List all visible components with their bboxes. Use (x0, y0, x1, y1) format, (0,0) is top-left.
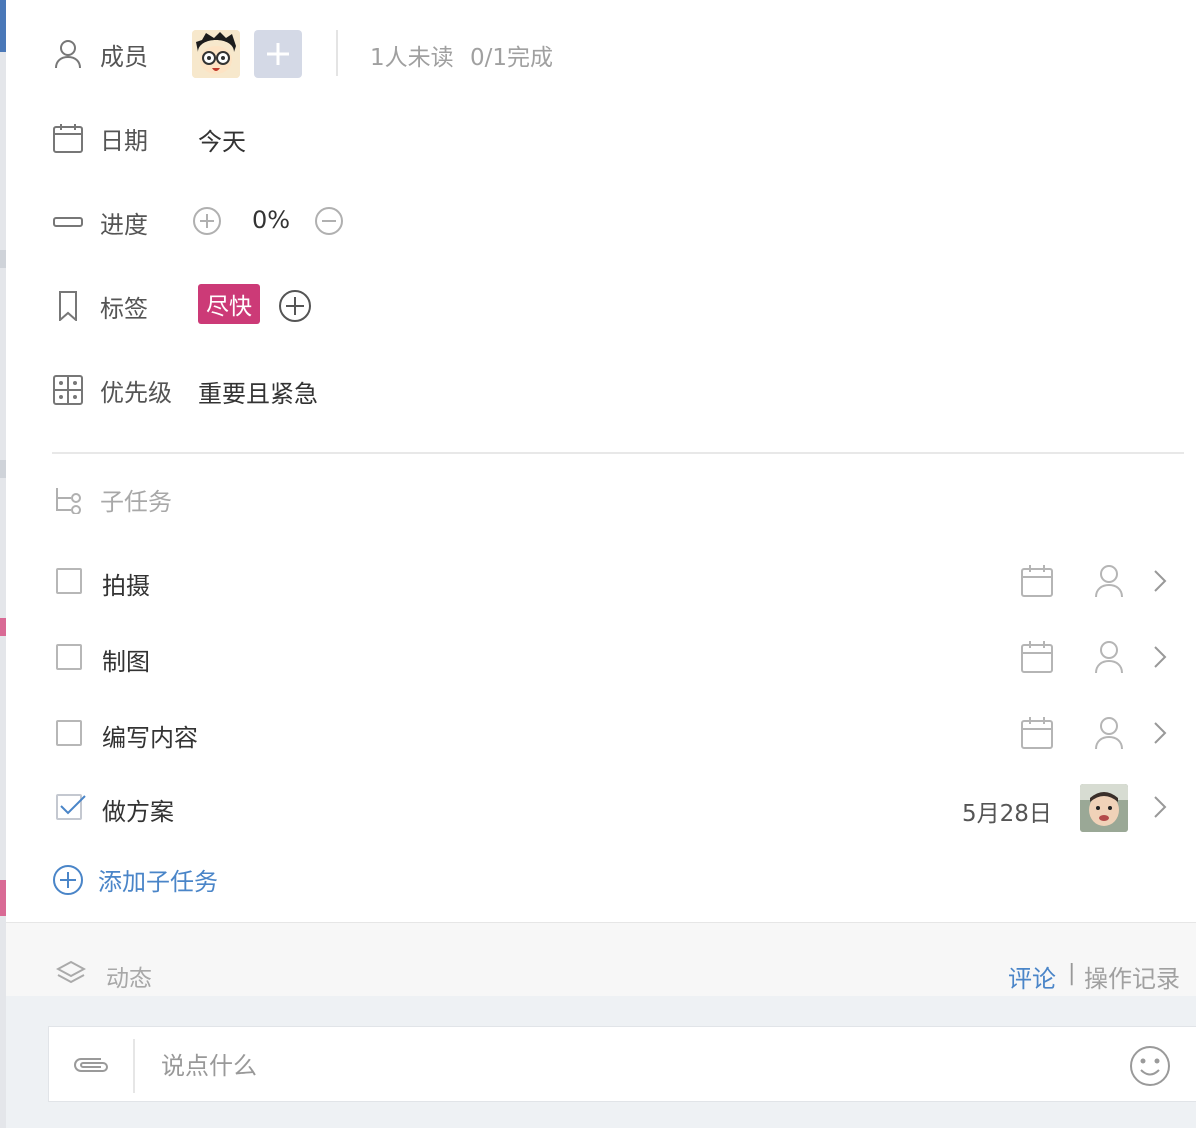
progress-decrease-button[interactable] (314, 206, 344, 240)
plus-icon (267, 43, 289, 65)
done-count: 0/1完成 (470, 45, 554, 71)
date-label: 日期 (100, 126, 148, 155)
chevron-right-icon[interactable] (1152, 794, 1168, 824)
comment-composer (48, 1026, 1196, 1102)
bookmark-icon (52, 290, 84, 322)
members-label: 成员 (100, 42, 148, 71)
edge-mark (0, 618, 6, 636)
tab-comments[interactable]: 评论 (1008, 959, 1056, 994)
activity-header: 动态 评论 | 操作记录 (6, 922, 1196, 997)
tab-operation-log[interactable]: 操作记录 (1084, 959, 1180, 994)
checkbox[interactable] (56, 568, 82, 594)
user-icon[interactable] (1094, 716, 1124, 754)
unread-count: 1人未读 (370, 45, 454, 71)
layers-icon (55, 959, 87, 991)
list-item[interactable]: 编写内容 (52, 710, 1192, 758)
add-subtask-button[interactable]: 添加子任务 (52, 862, 218, 897)
tag-badge[interactable]: 尽快 (198, 284, 260, 324)
progress-field: 进度 (52, 198, 148, 246)
attachment-button[interactable] (69, 1047, 113, 1087)
priority-value[interactable]: 重要且紧急 (198, 374, 318, 409)
subtask-title[interactable]: 拍摄 (102, 566, 150, 601)
divider (133, 1039, 135, 1093)
chevron-right-icon[interactable] (1152, 720, 1168, 750)
tags-label: 标签 (100, 294, 148, 323)
calendar-icon (52, 122, 84, 154)
subtask-date[interactable]: 5月28日 (962, 794, 1052, 828)
add-member-button[interactable] (254, 30, 302, 78)
minus-circle-icon (315, 207, 343, 235)
chevron-right-icon[interactable] (1152, 568, 1168, 598)
add-tag-button[interactable] (278, 289, 312, 327)
priority-field: 优先级 (52, 366, 172, 414)
paperclip-icon (74, 1058, 108, 1072)
grid-icon (52, 374, 84, 406)
subtask-title[interactable]: 制图 (102, 642, 150, 677)
subtasks-label: 子任务 (100, 488, 172, 516)
smiley-icon (1130, 1046, 1170, 1086)
list-item[interactable]: 拍摄 (52, 558, 1192, 606)
progress-increase-button[interactable] (192, 206, 222, 240)
user-icon[interactable] (1094, 640, 1124, 678)
avatar[interactable] (1080, 784, 1128, 832)
members-field: 成员 (52, 30, 148, 78)
user-icon (52, 38, 84, 70)
comment-input[interactable] (145, 1039, 1123, 1093)
avatar[interactable] (192, 30, 240, 78)
subtask-tree-icon (52, 484, 84, 516)
subtask-title[interactable]: 做方案 (102, 792, 174, 827)
plus-circle-icon (193, 207, 221, 235)
progress-value: 0% (252, 206, 291, 234)
checkbox[interactable] (56, 720, 82, 746)
edge-accent (0, 0, 6, 52)
date-field: 日期 (52, 114, 148, 162)
checkbox-checked[interactable] (56, 794, 86, 820)
check-icon (60, 795, 86, 815)
divider (336, 30, 338, 76)
subtasks-header: 子任务 (52, 482, 172, 517)
tags-field: 标签 (52, 282, 148, 330)
progress-label: 进度 (100, 210, 148, 239)
list-item[interactable]: 做方案 5月28日 (52, 784, 1192, 832)
list-item[interactable]: 制图 (52, 634, 1192, 682)
activity-label: 动态 (106, 966, 152, 992)
edge-mark (0, 250, 6, 268)
user-icon[interactable] (1094, 564, 1124, 602)
add-subtask-label: 添加子任务 (98, 868, 218, 896)
tab-separator: | (1068, 961, 1076, 986)
calendar-icon[interactable] (1020, 716, 1054, 754)
chevron-right-icon[interactable] (1152, 644, 1168, 674)
calendar-icon[interactable] (1020, 564, 1054, 602)
progress-bar-icon (52, 206, 84, 238)
plus-circle-icon (53, 864, 83, 895)
edge-mark (0, 460, 6, 478)
emoji-button[interactable] (1129, 1045, 1171, 1091)
section-divider (52, 452, 1184, 454)
priority-label: 优先级 (100, 378, 172, 407)
checkbox[interactable] (56, 644, 82, 670)
plus-circle-icon (279, 290, 311, 322)
subtask-title[interactable]: 编写内容 (102, 718, 198, 753)
edge-mark (0, 880, 6, 916)
calendar-icon[interactable] (1020, 640, 1054, 678)
date-value[interactable]: 今天 (198, 122, 246, 157)
